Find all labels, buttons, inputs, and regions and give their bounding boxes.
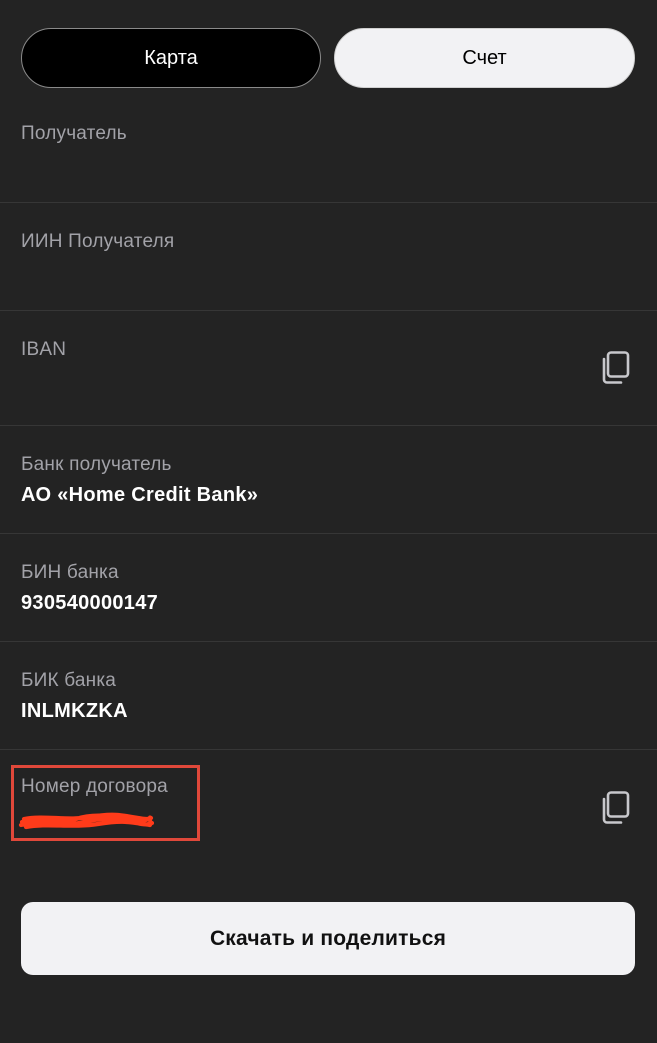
bank-name-label: Банк получатель <box>21 454 172 475</box>
payment-type-switcher: Карта Счет <box>21 28 635 90</box>
copy-contract-number-icon[interactable] <box>600 791 630 825</box>
iban-row: IBAN <box>0 311 657 426</box>
bank-bin-row: БИН банка 930540000147 <box>0 534 657 642</box>
bank-bin-value: 930540000147 <box>21 592 159 614</box>
bank-details-screen: Карта Счет Получатель ИИН Получателя IBA… <box>0 0 657 1043</box>
recipient-iin-row: ИИН Получателя <box>0 203 657 311</box>
recipient-row: Получатель <box>0 95 657 203</box>
download-share-label: Скачать и поделиться <box>209 926 447 950</box>
tab-account-label: Счет <box>462 46 507 69</box>
bank-name-value: АО «Home Credit Bank» <box>21 484 259 506</box>
iban-label: IBAN <box>21 339 67 360</box>
redaction-scribble <box>18 812 154 830</box>
copy-iban-icon[interactable] <box>600 351 630 385</box>
tab-account[interactable]: Счет <box>334 28 635 88</box>
bank-bik-value: INLMKZKA <box>21 700 128 722</box>
recipient-iin-label: ИИН Получателя <box>21 231 175 252</box>
bank-bik-row: БИК банка INLMKZKA <box>0 642 657 750</box>
bank-bik-label: БИК банка <box>21 670 117 691</box>
tab-card-label: Карта <box>144 46 198 69</box>
recipient-label: Получатель <box>21 123 127 144</box>
bank-bin-label: БИН банка <box>21 562 119 583</box>
tab-card[interactable]: Карта <box>21 28 321 88</box>
download-share-button[interactable]: Скачать и поделиться <box>21 902 635 975</box>
bank-name-row: Банк получатель АО «Home Credit Bank» <box>0 426 657 534</box>
